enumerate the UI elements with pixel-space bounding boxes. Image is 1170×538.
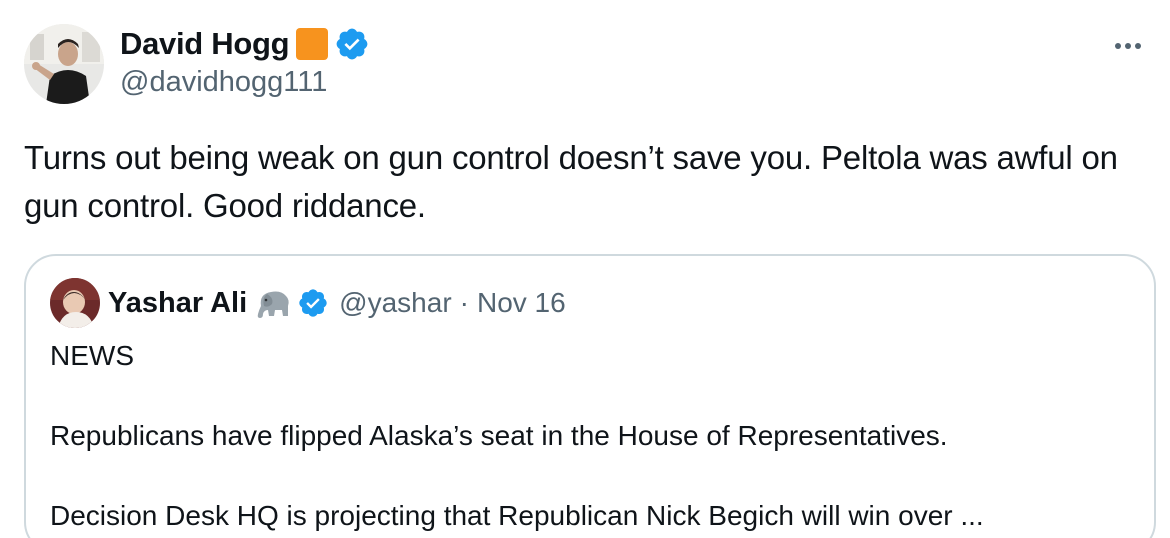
quoted-author-handle[interactable]: @yashar (339, 287, 451, 319)
quoted-tweet-card[interactable]: Yashar Ali @yashar · Nov 16 NEWS Republi… (24, 254, 1156, 538)
more-horizontal-icon[interactable] (1108, 28, 1148, 64)
quoted-paragraph: Decision Desk HQ is projecting that Repu… (50, 500, 984, 531)
quoted-date[interactable]: Nov 16 (477, 287, 566, 319)
quoted-verified-badge-icon[interactable] (297, 287, 329, 319)
tweet-text: Turns out being weak on gun control does… (24, 139, 1118, 224)
separator-dot: · (459, 287, 469, 318)
quoted-paragraph (50, 376, 1130, 416)
quoted-header: Yashar Ali @yashar · Nov 16 (108, 282, 566, 324)
quoted-body: NEWS Republicans have flipped Alaska’s s… (50, 336, 1130, 536)
quoted-paragraph: NEWS (50, 340, 134, 371)
author-avatar[interactable] (24, 24, 104, 104)
verified-badge-icon[interactable] (334, 26, 370, 62)
quoted-author-avatar[interactable] (50, 278, 100, 328)
quoted-author-name[interactable]: Yashar Ali (108, 287, 247, 320)
tweet-card: David Hogg @davidhogg111 Turns out being… (0, 0, 1170, 538)
elephant-icon (257, 291, 289, 318)
author-handle[interactable]: @davidhogg111 (120, 66, 327, 99)
author-name[interactable]: David Hogg (120, 26, 290, 62)
quoted-paragraph (50, 456, 1130, 496)
author-name-row: David Hogg (120, 24, 370, 64)
quoted-paragraph: Republicans have flipped Alaska’s seat i… (50, 420, 948, 451)
orange-square-icon (296, 28, 329, 60)
